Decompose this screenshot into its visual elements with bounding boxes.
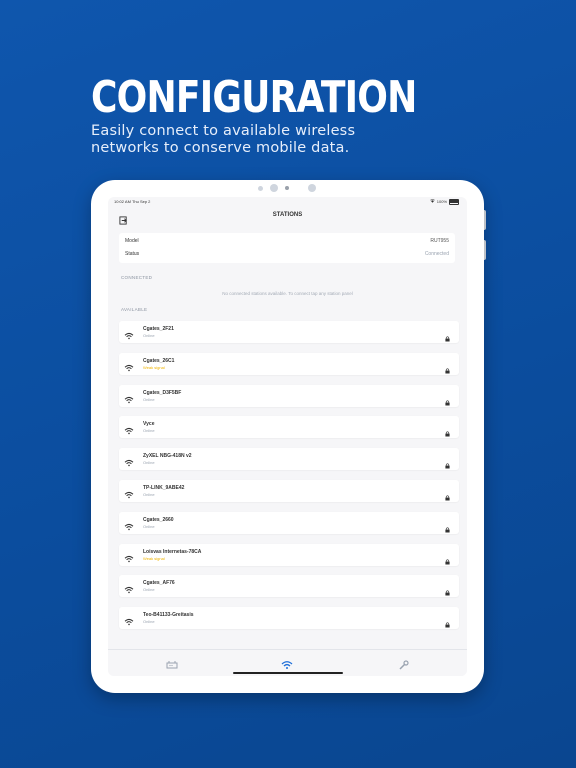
station-state: Online bbox=[143, 428, 155, 434]
station-state: Online bbox=[143, 619, 155, 625]
station-name: ZyXEL NBG-418N v2 bbox=[143, 453, 192, 460]
station-item[interactable]: ZyXEL NBG-418N v2 Online bbox=[119, 448, 459, 471]
station-item[interactable]: Loisvas Internetas-78CA Weak signal bbox=[119, 543, 459, 566]
station-name: Cgates_2660 bbox=[143, 516, 174, 523]
station-state: Weak signal bbox=[143, 364, 165, 370]
station-state: Online bbox=[143, 333, 155, 338]
wifi-status-icon bbox=[429, 199, 435, 204]
wifi-icon bbox=[124, 550, 134, 562]
station-name: TP-LINK_9ABE42 bbox=[143, 485, 185, 491]
station-name: Cgates_AF76 bbox=[143, 580, 175, 587]
model-row: Model RUT955 bbox=[125, 238, 449, 251]
page-title: STATIONS bbox=[272, 212, 303, 218]
station-state: Online bbox=[143, 587, 155, 593]
wifi-icon bbox=[124, 486, 134, 499]
model-value: RUT955 bbox=[430, 238, 449, 244]
wifi-icon bbox=[124, 518, 134, 530]
wrench-icon[interactable] bbox=[398, 657, 410, 670]
wifi-icon bbox=[124, 581, 134, 594]
lock-icon bbox=[445, 583, 450, 596]
wifi-icon bbox=[124, 391, 134, 403]
station-name: Cgates_D3F5BF bbox=[143, 389, 182, 396]
wifi-icon bbox=[124, 327, 134, 340]
status-time: 10:02 AM Thu Sep 2 bbox=[114, 199, 151, 204]
station-name: Loisvas Internetas-78CA bbox=[143, 548, 202, 555]
status-value: Connected bbox=[424, 251, 449, 257]
status-right: 100% bbox=[429, 199, 459, 205]
station-state: Online bbox=[143, 492, 155, 497]
station-item[interactable]: Vyce Online bbox=[119, 416, 459, 439]
station-state: Weak signal bbox=[143, 555, 165, 561]
station-name: Cgates_2F21 bbox=[143, 326, 174, 332]
lock-icon bbox=[445, 520, 450, 533]
station-item[interactable]: TP-LINK_9ABE42 Online bbox=[119, 480, 459, 502]
wifi-tab-icon[interactable] bbox=[281, 657, 293, 669]
lock-icon bbox=[445, 456, 450, 469]
camera-lens bbox=[270, 184, 278, 192]
device-info-card: Model RUT955 Status Connected bbox=[119, 233, 455, 263]
promo-subline: Easily connect to available wireless net… bbox=[91, 123, 356, 156]
station-item[interactable]: Cgates_2F21 Online bbox=[119, 321, 459, 343]
station-name: Teo-B41133-Greitasis bbox=[143, 612, 194, 619]
promo-headline: CONFIGURATION bbox=[91, 72, 417, 123]
battery-percent: 100% bbox=[436, 199, 447, 205]
home-indicator bbox=[233, 672, 343, 674]
lock-icon bbox=[445, 361, 450, 374]
wifi-icon bbox=[124, 359, 134, 371]
lock-icon bbox=[445, 552, 450, 565]
router-icon[interactable] bbox=[166, 657, 178, 669]
battery-icon bbox=[449, 199, 459, 205]
station-item[interactable]: Cgates_2660 Online bbox=[119, 511, 459, 534]
lock-icon bbox=[445, 393, 450, 406]
station-state: Online bbox=[143, 396, 155, 402]
connected-empty-text: No connected stations available. To conn… bbox=[222, 291, 353, 296]
lock-icon bbox=[445, 424, 450, 437]
station-name: Cgates_26C1 bbox=[143, 357, 175, 364]
status-label: Status bbox=[125, 251, 140, 257]
sensor-dot bbox=[258, 186, 263, 191]
lock-icon bbox=[445, 615, 450, 628]
lock-icon bbox=[445, 329, 450, 342]
wifi-icon bbox=[124, 613, 134, 626]
status-bar: 10:02 AM Thu Sep 2 100% bbox=[108, 197, 467, 206]
station-item[interactable]: Cgates_AF76 Online bbox=[119, 575, 459, 598]
camera-bar bbox=[258, 184, 318, 194]
app-screen: 10:02 AM Thu Sep 2 100% STATIONS Model R… bbox=[108, 197, 467, 676]
station-name: Vyce bbox=[143, 421, 155, 428]
station-state: Online bbox=[143, 523, 155, 529]
model-label: Model bbox=[125, 238, 139, 244]
lock-icon bbox=[445, 488, 450, 501]
station-item[interactable]: Cgates_D3F5BF Online bbox=[119, 384, 459, 407]
wifi-icon bbox=[124, 422, 134, 435]
station-state: Online bbox=[143, 460, 155, 466]
navigation-bar: STATIONS bbox=[108, 206, 467, 226]
camera-lens bbox=[308, 184, 316, 192]
station-item[interactable]: Teo-B41133-Greitasis Online bbox=[119, 607, 459, 630]
status-row: Status Connected bbox=[125, 251, 449, 264]
wifi-icon bbox=[124, 454, 134, 467]
connected-header: CONNECTED bbox=[121, 275, 153, 280]
sensor-dot bbox=[285, 186, 289, 190]
station-item[interactable]: Cgates_26C1 Weak signal bbox=[119, 352, 459, 375]
available-header: AVAILABLE bbox=[121, 307, 148, 312]
